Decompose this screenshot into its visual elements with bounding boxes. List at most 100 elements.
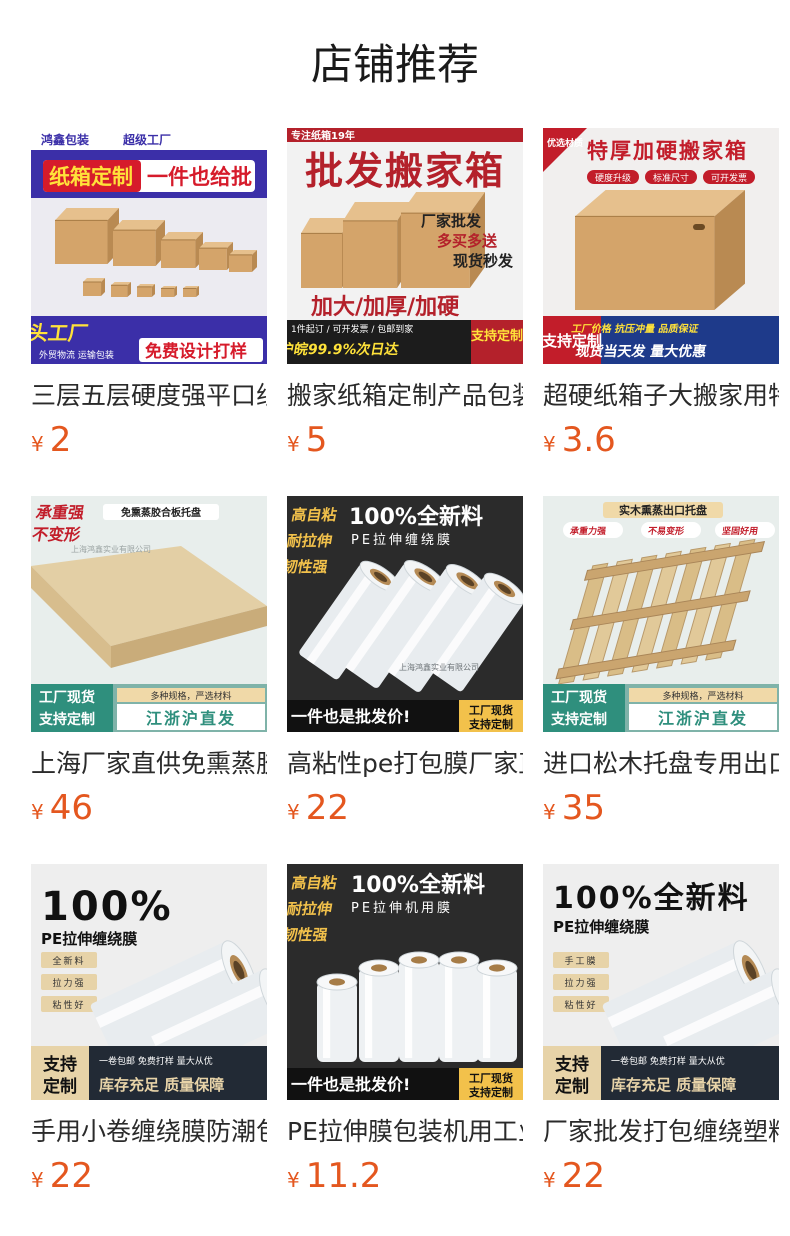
product-name[interactable]: 高粘性pe打包膜厂家直销 <box>287 744 523 784</box>
image-text: PE拉伸缠绕膜 <box>553 918 649 936</box>
image-text: 厂家批发 <box>421 212 482 230</box>
image-text: 手工膜 <box>564 955 597 967</box>
image-text: 承重强 <box>34 503 85 522</box>
product-image[interactable]: 100% PE拉伸缠绕膜 全新料 拉力强 粘性好 支持 定制 一卷包邮 免费打样 量大从优 库存… <box>31 864 267 1100</box>
image-text: 1件起订 / 可开发票 / 包邮到家 <box>291 323 413 335</box>
image-text: 加大/加厚/加硬 <box>310 295 460 320</box>
product-card[interactable]: 100% PE拉伸缠绕膜 全新料 拉力强 粘性好 支持 定制 一卷包邮 免费打样 量大从优 库存… <box>31 864 267 1204</box>
price-value: 22 <box>49 1156 93 1196</box>
product-name[interactable]: 手用小卷缠绕膜防潮包装膜 <box>31 1112 267 1152</box>
product-image-art: 鸿鑫包装 超级工厂纸箱定制 一件也给批源头工厂外贸物流 运输包装 免费设计打样 <box>31 128 267 364</box>
image-text: 工厂现货 <box>469 1071 513 1085</box>
carton-box <box>137 284 155 297</box>
image-text: 库存充足 质量保障 <box>99 1076 224 1094</box>
image-text: 专注纸箱19年 <box>291 129 355 142</box>
film-roll <box>476 959 518 1062</box>
image-text: 工厂现货 <box>469 703 513 717</box>
image-text: PE拉伸缠绕膜 <box>41 930 137 948</box>
image-text: 标准尺寸 <box>653 172 689 184</box>
image-text: 全新料 <box>52 955 85 967</box>
image-text: 特厚加硬搬家箱 <box>587 139 748 163</box>
product-image[interactable]: 高自粘 100%全新料 耐拉伸 PE拉伸缠绕膜 韧性强 上海鸿鑫实业有限公司 一件也是批发价… <box>287 496 523 732</box>
film-roll <box>358 959 400 1062</box>
product-price: ¥35 <box>543 786 605 830</box>
product-card[interactable]: 优选材质 特厚加硬搬家箱 硬度升级 标准尺寸 可开发票 支持定制 工厂价格 抗压冲量 品质保… <box>543 128 779 468</box>
currency-symbol: ¥ <box>287 432 300 456</box>
product-card[interactable]: 专注纸箱19年 批发搬家箱 厂家批发 多买多送 现货秒发 加大/加厚/加硬 1件起订 / 可… <box>287 128 523 468</box>
image-text: 支持 <box>43 1054 77 1075</box>
product-price: ¥22 <box>31 1154 93 1198</box>
price-value: 3.6 <box>561 420 616 460</box>
product-name[interactable]: 三层五层硬度强平口纸箱 <box>31 376 267 416</box>
product-name[interactable]: 厂家批发打包缠绕塑料膜 <box>543 1112 779 1152</box>
image-text: 江浙沪直发 <box>658 709 748 728</box>
product-name[interactable]: PE拉伸膜包装机用工业缠绕膜 <box>287 1112 523 1152</box>
product-name[interactable]: 超硬纸箱子大搬家用特大 <box>543 376 779 416</box>
product-price: ¥22 <box>287 786 349 830</box>
film-roll <box>438 951 480 1062</box>
image-text: 拉力强 <box>564 977 597 989</box>
product-image[interactable]: 承重强 不变形 免熏蒸胶合板托盘 上海鸿鑫实业有限公司 工厂现货 支持定制 多种规格，严选材… <box>31 496 267 732</box>
image-text: 承重力强 <box>569 525 607 537</box>
image-text: 耐拉伸 <box>287 900 334 918</box>
image-text: 支持定制 <box>38 711 95 728</box>
currency-symbol: ¥ <box>543 1168 556 1192</box>
product-name[interactable]: 搬家纸箱定制产品包装 <box>287 376 523 416</box>
price-value: 46 <box>49 788 93 828</box>
image-text: 库存充足 质量保障 <box>611 1076 736 1094</box>
image-text: 多种规格，严选材料 <box>662 690 743 702</box>
product-image-art: 100%全新料 PE拉伸缠绕膜手工膜拉力强粘性好支持定制 一卷包邮 免费打样 量大从… <box>543 864 779 1100</box>
image-text: 优选材质 <box>547 137 583 149</box>
product-card[interactable]: 高自粘 100%全新料 耐拉伸 PE拉伸机用膜 韧性强 一件也是批发价! 工厂现货 支持定制 P… <box>287 864 523 1204</box>
image-text: 定制 <box>43 1076 77 1097</box>
image-text: 硬度升级 <box>595 172 631 184</box>
product-image[interactable]: 实木熏蒸出口托盘 承重力强 不易变形 坚固好用 工厂现货 支持定制 多种规格，严选材料 江浙沪… <box>543 496 779 732</box>
price-value: 22 <box>561 1156 605 1196</box>
image-text: 鸿鑫包装 <box>41 132 89 147</box>
product-price: ¥11.2 <box>287 1154 381 1198</box>
product-price: ¥5 <box>287 418 327 462</box>
image-text: 不易变形 <box>647 525 686 537</box>
carton-box <box>343 202 409 288</box>
product-card[interactable]: 承重强 不变形 免熏蒸胶合板托盘 上海鸿鑫实业有限公司 工厂现货 支持定制 多种规格，严选材… <box>31 496 267 836</box>
currency-symbol: ¥ <box>31 1168 44 1192</box>
product-name[interactable]: 上海厂家直供免熏蒸胶合板托盘 <box>31 744 267 784</box>
product-image[interactable]: 专注纸箱19年 批发搬家箱 厂家批发 多买多送 现货秒发 加大/加厚/加硬 1件起订 / 可… <box>287 128 523 364</box>
product-image[interactable]: 100%全新料 PE拉伸缠绕膜 手工膜 拉力强 粘性好 支持 定制 一卷包邮 免费打样 量大从… <box>543 864 779 1100</box>
product-card[interactable]: 高自粘 100%全新料 耐拉伸 PE拉伸缠绕膜 韧性强 上海鸿鑫实业有限公司 一件也是批发价… <box>287 496 523 836</box>
carton-box <box>161 232 203 268</box>
image-text: 100%全新料 <box>553 881 750 916</box>
product-card[interactable]: 实木熏蒸出口托盘 承重力强 不易变形 坚固好用 工厂现货 支持定制 多种规格，严选材料 江浙沪… <box>543 496 779 836</box>
carton-box <box>83 278 105 296</box>
product-card[interactable]: 100%全新料 PE拉伸缠绕膜 手工膜 拉力强 粘性好 支持 定制 一卷包邮 免费打样 量大从… <box>543 864 779 1204</box>
image-text: 一卷包邮 免费打样 量大从优 <box>99 1055 213 1067</box>
product-image[interactable]: 鸿鑫包装 超级工厂 纸箱定制 一件也给批 源头工厂 外贸物流 运输包装 免费设计打样 <box>31 128 267 364</box>
image-text: 定制 <box>555 1076 589 1097</box>
product-price: ¥3.6 <box>543 418 616 462</box>
currency-symbol: ¥ <box>543 432 556 456</box>
product-name[interactable]: 进口松木托盘专用出口托盘 <box>543 744 779 784</box>
carton-box <box>55 208 119 264</box>
image-text: 100%全新料 <box>351 872 485 898</box>
currency-symbol: ¥ <box>31 800 44 824</box>
image-text: 耐拉伸 <box>287 532 334 550</box>
image-text: PE拉伸机用膜 <box>351 901 453 916</box>
image-text: 支持定制 <box>470 328 523 344</box>
image-text: 江浙沪皖99.9%次日达 <box>287 341 401 358</box>
product-image-art: 承重强不变形 免熏蒸胶合板托盘上海鸿鑫实业有限公司工厂现货支持定制 多种规格，严选材… <box>31 496 267 732</box>
image-text: 可开发票 <box>711 172 747 184</box>
product-image-art: 专注纸箱19年批发搬家箱厂家批发多买多送现货秒发加大/加厚/加硬 1件起订 / 可… <box>287 128 523 364</box>
image-text: 纸箱定制 <box>49 165 133 189</box>
image-text: 支持定制 <box>468 1085 513 1099</box>
product-image-art: 优选材质 特厚加硬搬家箱硬度升级 标准尺寸 可开发票支持定制工厂价格 抗压冲量 品质保… <box>543 128 779 364</box>
image-text: 免熏蒸胶合板托盘 <box>121 506 201 519</box>
currency-symbol: ¥ <box>287 1168 300 1192</box>
price-value: 5 <box>305 420 328 460</box>
image-text: 不变形 <box>31 525 83 544</box>
product-card[interactable]: 鸿鑫包装 超级工厂 纸箱定制 一件也给批 源头工厂 外贸物流 运输包装 免费设计打样三层五层… <box>31 128 267 468</box>
product-image[interactable]: 高自粘 100%全新料 耐拉伸 PE拉伸机用膜 韧性强 一件也是批发价! 工厂现货 支持定制 <box>287 864 523 1100</box>
image-text: 多买多送 <box>437 232 498 250</box>
product-image[interactable]: 优选材质 特厚加硬搬家箱 硬度升级 标准尺寸 可开发票 支持定制 工厂价格 抗压冲量 品质保… <box>543 128 779 364</box>
image-text: 一件也是批发价! <box>291 1075 410 1094</box>
carton-box <box>183 286 199 297</box>
